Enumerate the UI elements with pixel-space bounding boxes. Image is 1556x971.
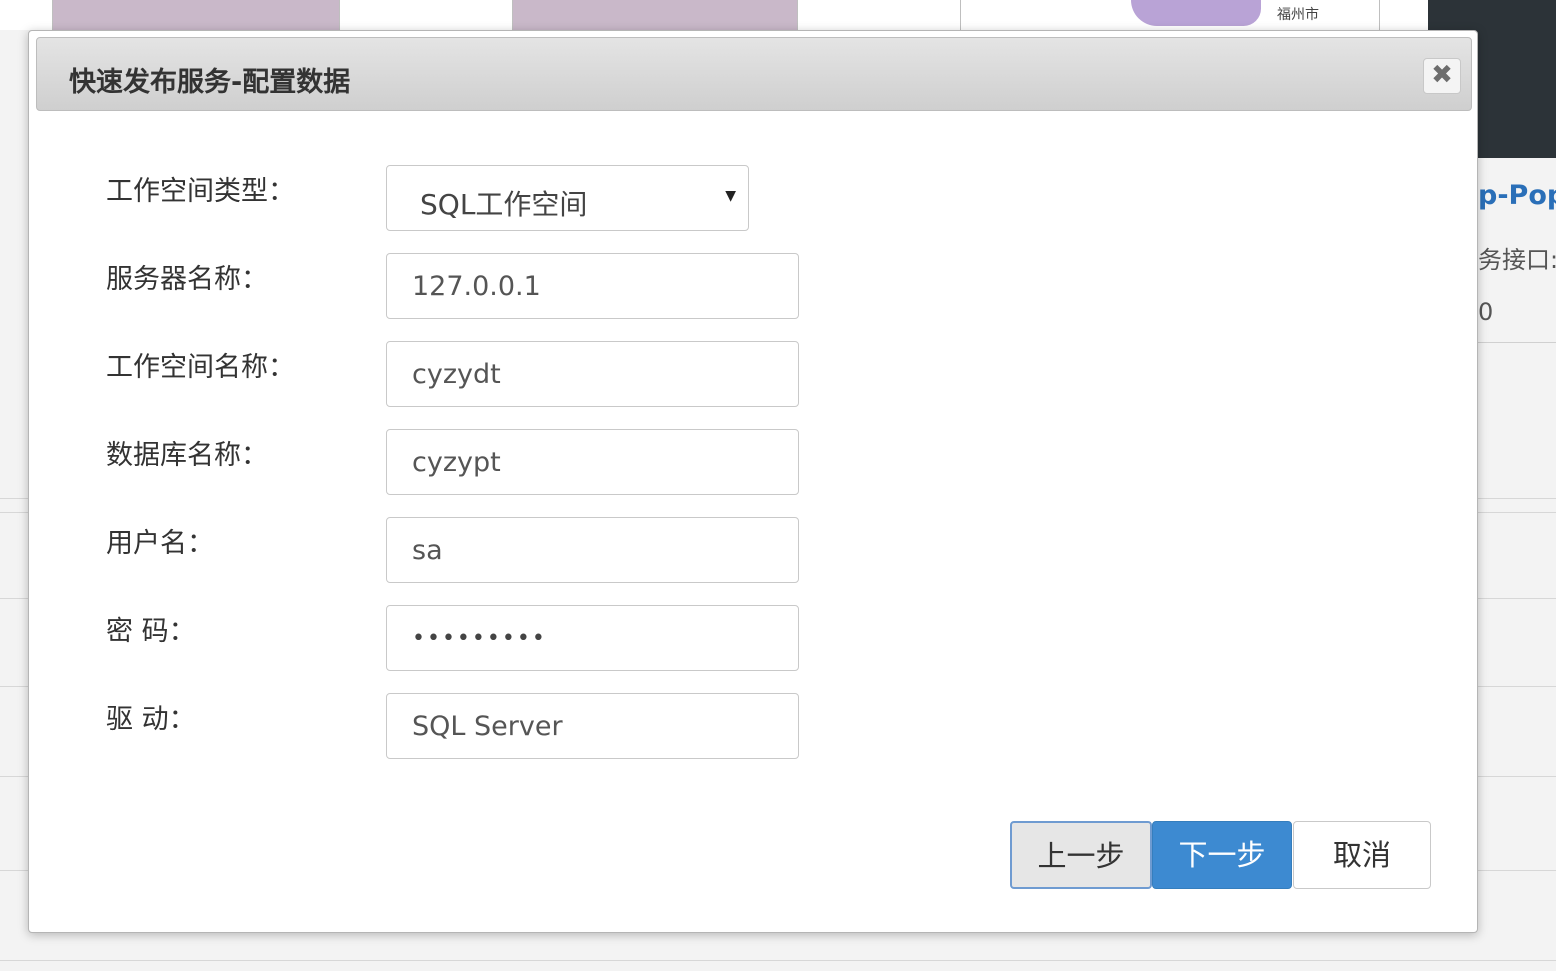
database-name-input[interactable] bbox=[386, 429, 799, 495]
close-icon: ✖ bbox=[1431, 60, 1453, 90]
workspace-type-selected-value: SQL工作空间 bbox=[420, 188, 588, 221]
server-name-input[interactable] bbox=[386, 253, 799, 319]
driver-label: 驱 动： bbox=[106, 704, 196, 735]
username-input[interactable] bbox=[386, 517, 799, 583]
previous-step-button[interactable]: 上一步 bbox=[1010, 821, 1152, 889]
cancel-button[interactable]: 取消 bbox=[1293, 821, 1431, 889]
workspace-type-label: 工作空间类型： bbox=[106, 176, 295, 207]
driver-input[interactable] bbox=[386, 693, 799, 759]
close-button[interactable]: ✖ bbox=[1423, 58, 1461, 94]
publish-service-dialog: 快速发布服务-配置数据 ✖ 工作空间类型： SQL工作空间 ▼ 服务器名称： 工… bbox=[28, 30, 1478, 933]
database-name-label: 数据库名称： bbox=[106, 440, 268, 471]
username-label: 用户名： bbox=[106, 528, 214, 559]
dialog-header: 快速发布服务-配置数据 ✖ bbox=[36, 37, 1472, 111]
password-input[interactable] bbox=[386, 605, 799, 671]
workspace-name-label: 工作空间名称： bbox=[106, 352, 295, 383]
server-name-label: 服务器名称： bbox=[106, 264, 268, 295]
workspace-name-input[interactable] bbox=[386, 341, 799, 407]
workspace-type-select[interactable]: SQL工作空间 ▼ bbox=[386, 165, 749, 231]
dialog-title: 快速发布服务-配置数据 bbox=[69, 67, 351, 98]
caret-down-icon: ▼ bbox=[725, 188, 736, 204]
next-step-button[interactable]: 下一步 bbox=[1152, 821, 1292, 889]
password-label: 密 码： bbox=[106, 616, 196, 647]
